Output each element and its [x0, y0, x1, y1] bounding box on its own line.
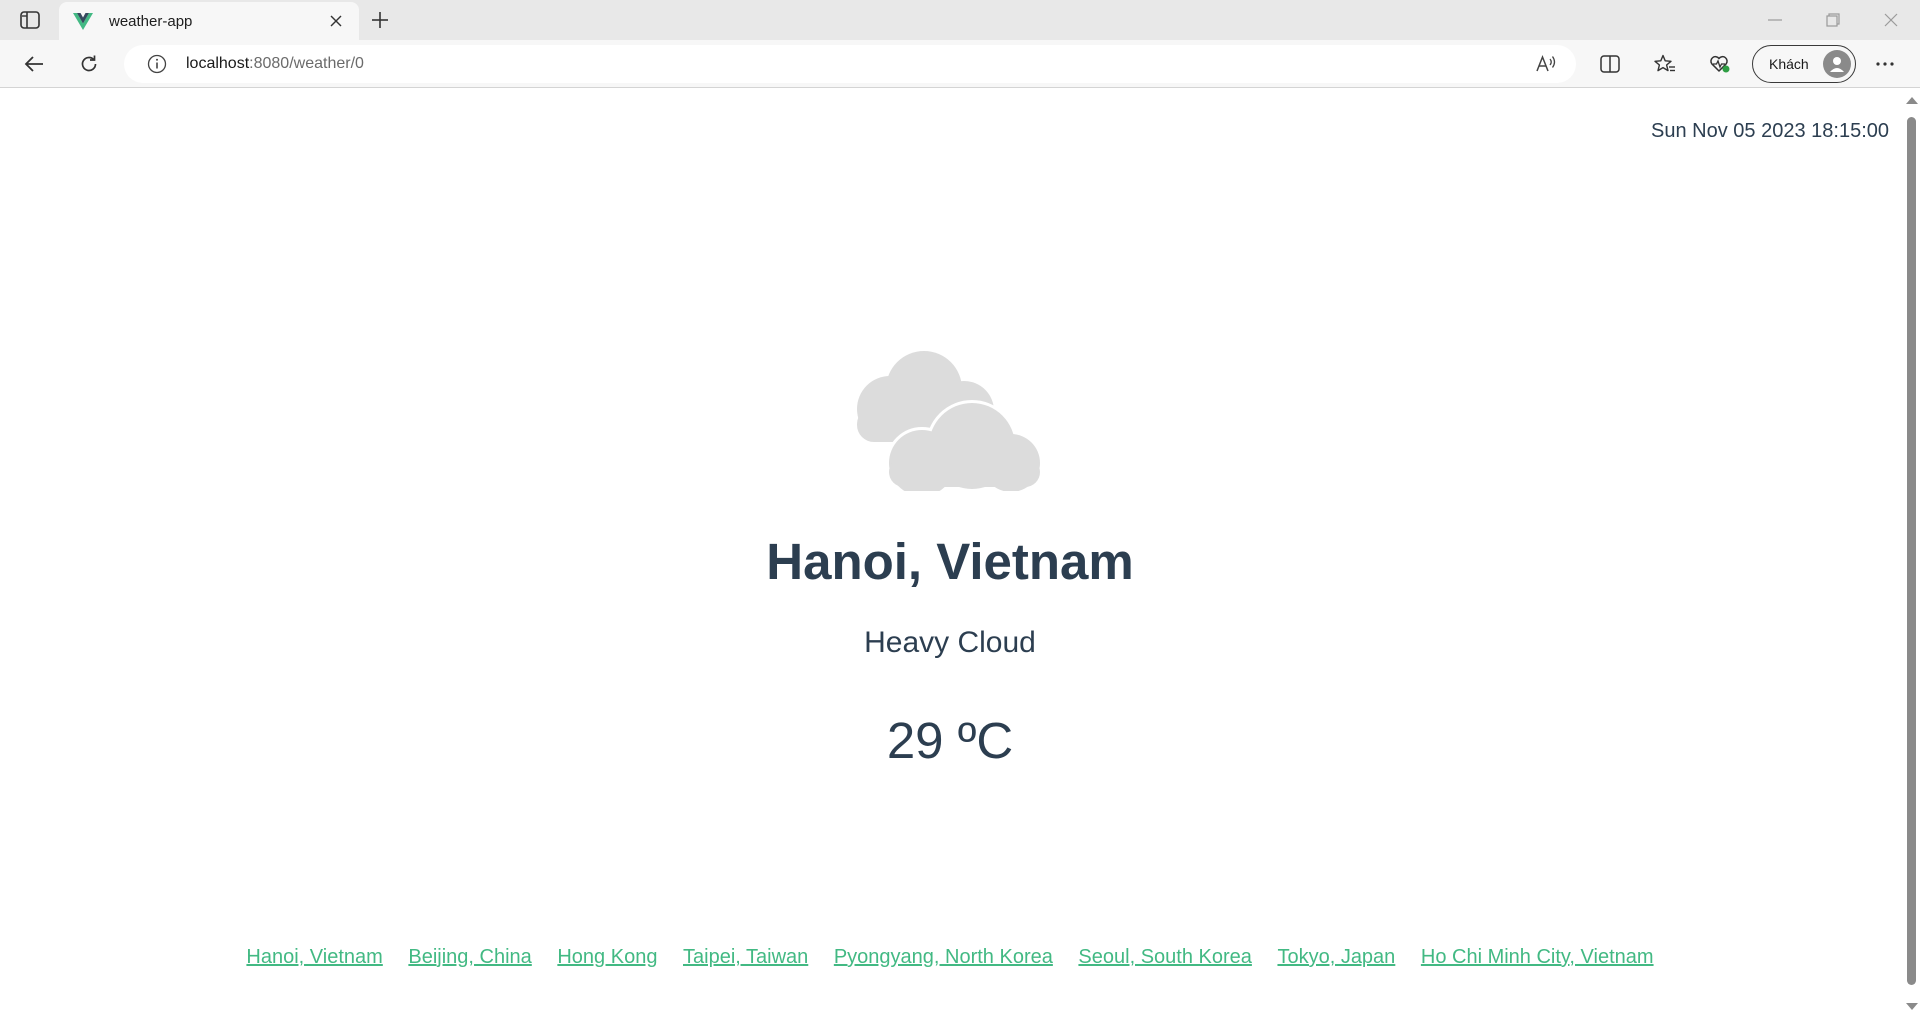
tab-close-button[interactable] [325, 10, 347, 32]
scroll-up-arrow-icon[interactable] [1906, 97, 1918, 104]
reload-button[interactable] [72, 48, 106, 80]
back-button[interactable] [17, 48, 51, 80]
current-datetime: Sun Nov 05 2023 18:15:00 [1651, 120, 1889, 142]
read-aloud-button[interactable] [1534, 52, 1558, 76]
vue-logo-icon [71, 9, 95, 33]
city-link-beijing[interactable]: Beijing, China [408, 946, 531, 968]
guest-avatar-icon [1823, 50, 1851, 78]
close-window-button[interactable] [1868, 6, 1914, 34]
browser-tab-bar: weather-app [0, 0, 1920, 40]
url-host: localhost [186, 55, 250, 72]
heavy-cloud-icon [857, 351, 1043, 491]
more-options-button[interactable] [1868, 48, 1902, 80]
city-name: Hanoi, Vietnam [766, 533, 1134, 590]
more-dots-icon [1876, 62, 1894, 66]
browser-essentials-button[interactable] [1703, 48, 1737, 80]
minimize-icon [1768, 19, 1782, 21]
profile-label: Khách [1769, 56, 1809, 72]
split-screen-icon [1600, 55, 1620, 73]
url-path: :8080/weather/0 [249, 55, 364, 72]
city-link-ho-chi-minh[interactable]: Ho Chi Minh City, Vietnam [1421, 946, 1654, 968]
restore-button[interactable] [1810, 6, 1856, 34]
browser-toolbar: localhost:8080/weather/0 Khách [0, 40, 1920, 88]
city-link-tokyo[interactable]: Tokyo, Japan [1277, 946, 1395, 968]
new-tab-button[interactable] [366, 7, 394, 33]
close-window-icon [1884, 13, 1898, 27]
city-link-pyongyang[interactable]: Pyongyang, North Korea [834, 946, 1053, 968]
scroll-down-arrow-icon[interactable] [1906, 1003, 1918, 1010]
address-bar[interactable]: localhost:8080/weather/0 [124, 45, 1576, 83]
temperature: 29 ºC [886, 712, 1014, 769]
tab-actions-icon [20, 11, 40, 29]
heart-pulse-icon [1710, 55, 1730, 73]
tab-actions-button[interactable] [16, 8, 44, 32]
minimize-button[interactable] [1752, 6, 1798, 34]
tab-weather-app[interactable]: weather-app [59, 2, 359, 40]
close-icon [330, 15, 342, 27]
city-nav-links: Hanoi, Vietnam Beijing, China Hong Kong … [0, 946, 1900, 969]
city-link-taipei[interactable]: Taipei, Taiwan [683, 946, 808, 968]
back-arrow-icon [24, 56, 43, 72]
favorites-star-icon [1654, 54, 1675, 72]
profile-button[interactable]: Khách [1752, 45, 1856, 83]
scroll-thumb[interactable] [1907, 117, 1916, 985]
reload-icon [81, 55, 97, 72]
split-screen-button[interactable] [1593, 48, 1627, 80]
tab-title: weather-app [109, 12, 193, 30]
restore-icon [1826, 13, 1840, 27]
weather-condition: Heavy Cloud [864, 626, 1036, 659]
favorites-button[interactable] [1648, 48, 1682, 80]
url-text[interactable]: localhost:8080/weather/0 [186, 55, 364, 73]
page-viewport: Sun Nov 05 2023 18:15:00 Hanoi, Vietnam … [0, 89, 1920, 1020]
vertical-scrollbar[interactable] [1903, 89, 1920, 1020]
city-link-hanoi[interactable]: Hanoi, Vietnam [246, 946, 382, 968]
read-aloud-icon [1536, 54, 1556, 72]
plus-icon [372, 12, 388, 28]
city-link-hong-kong[interactable]: Hong Kong [557, 946, 657, 968]
city-link-seoul[interactable]: Seoul, South Korea [1078, 946, 1251, 968]
site-info-icon[interactable] [146, 53, 168, 75]
